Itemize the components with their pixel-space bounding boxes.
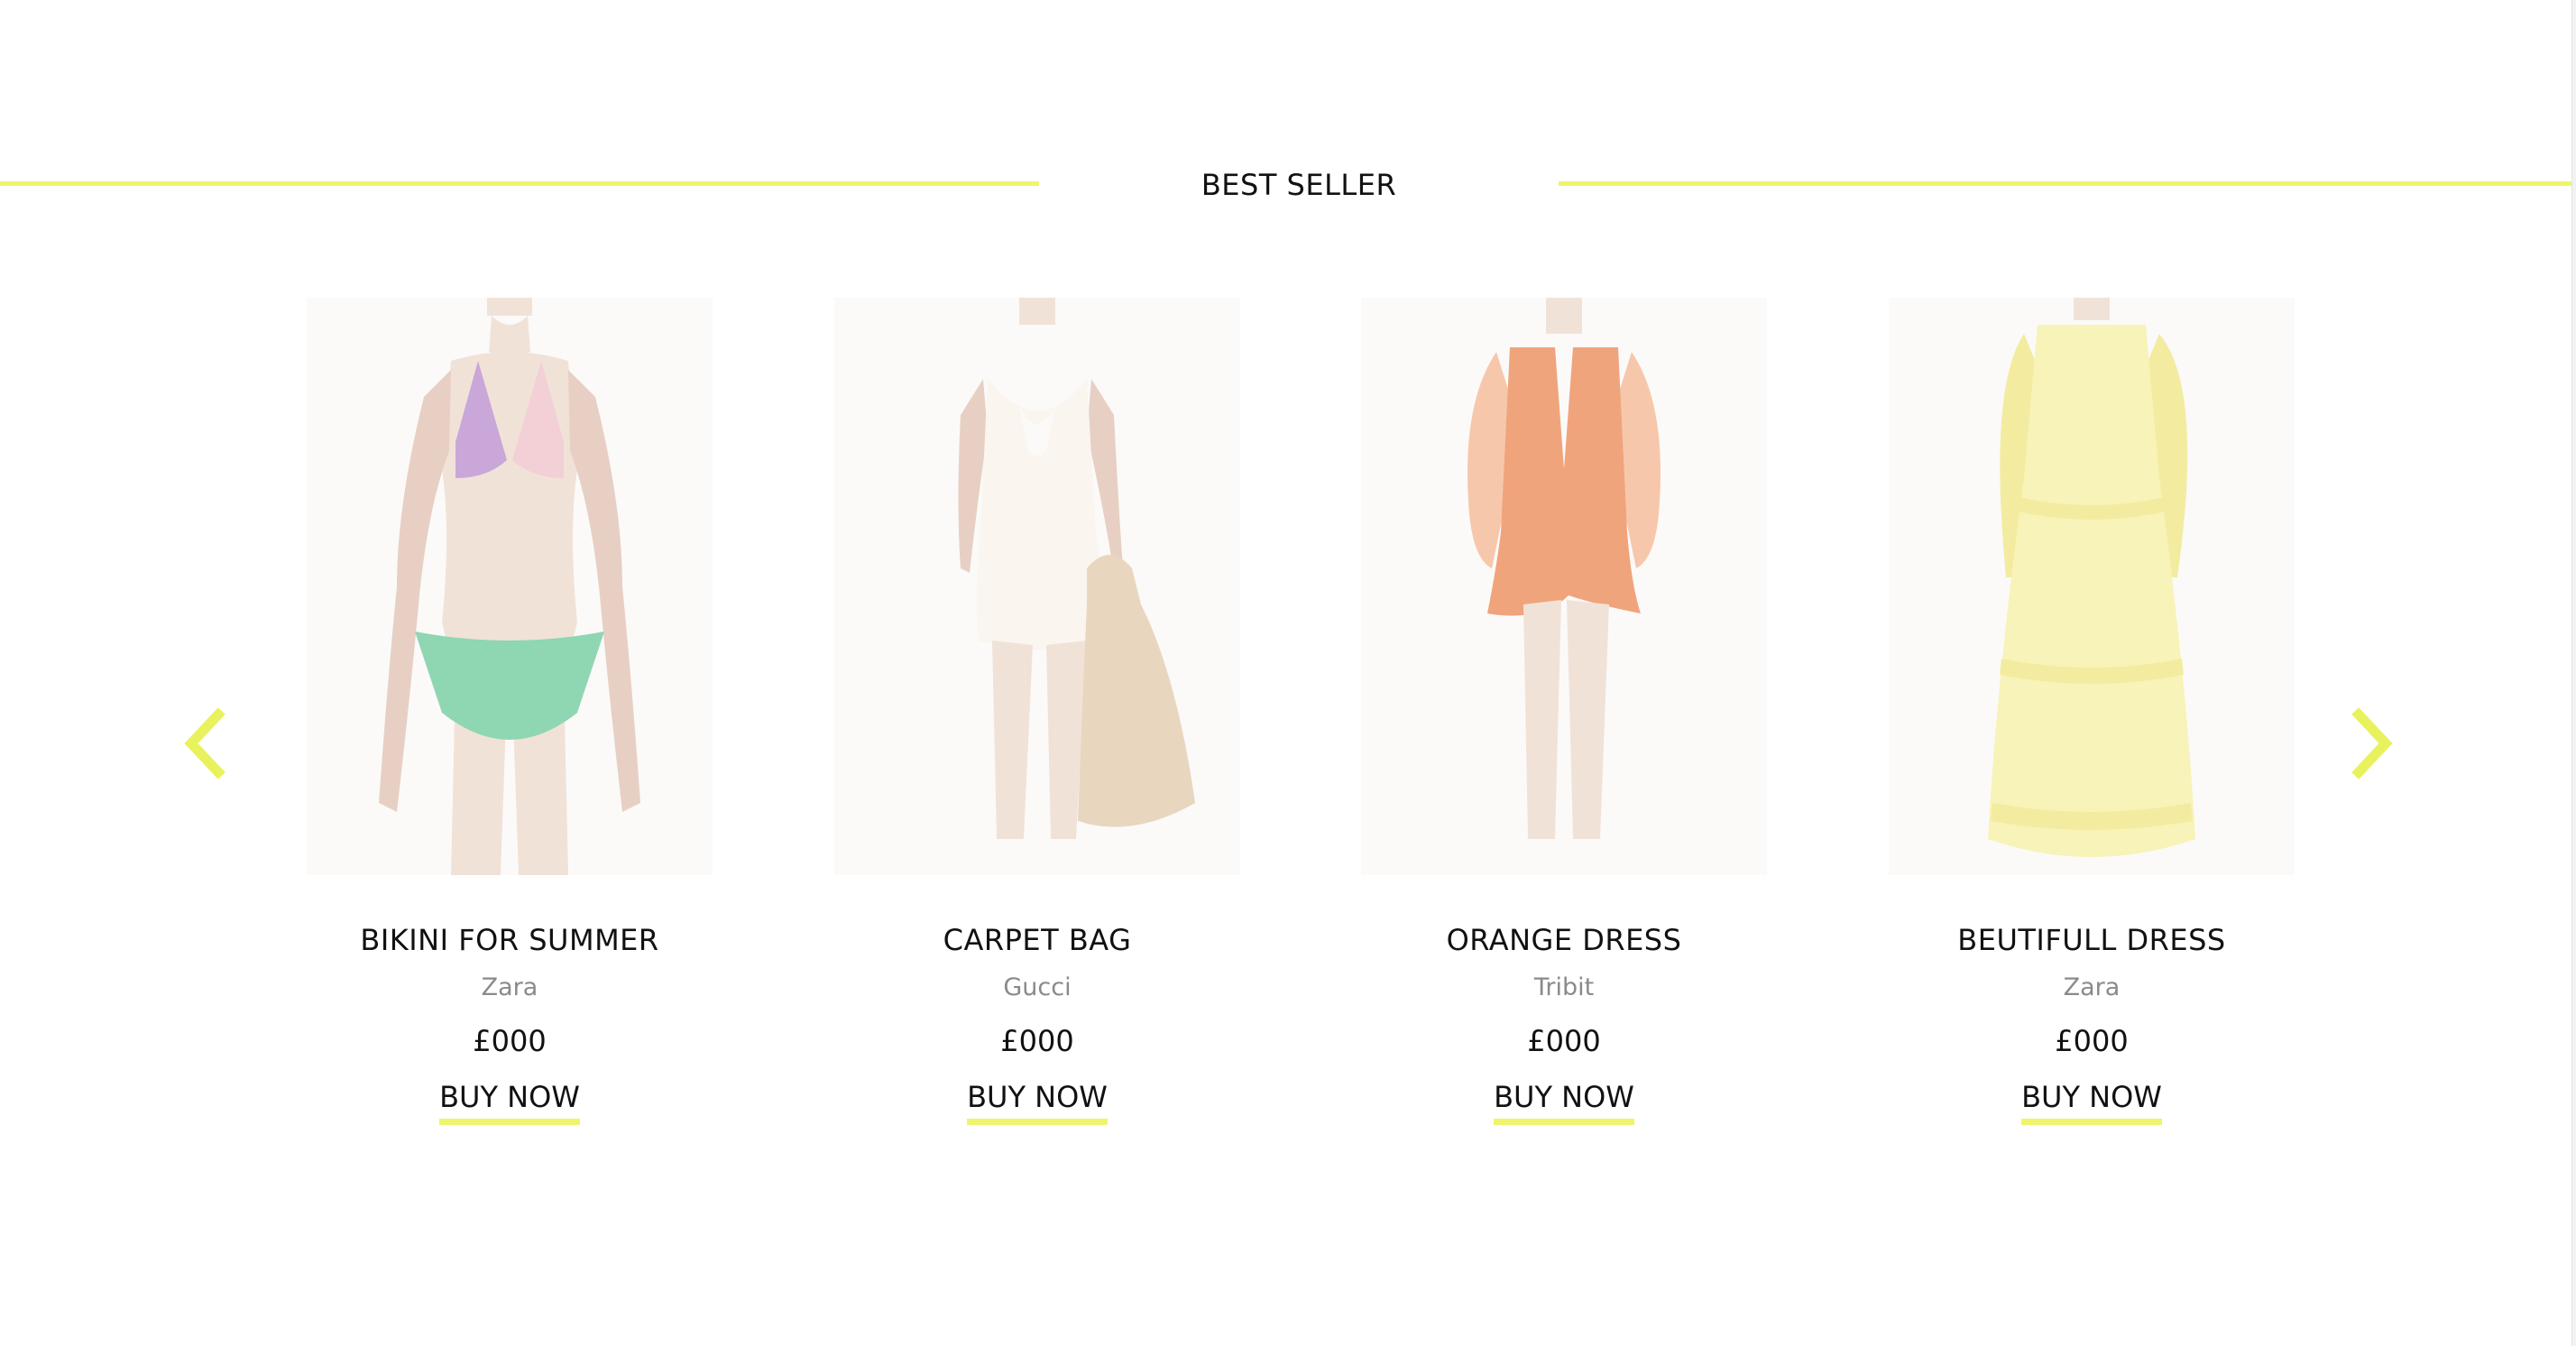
product-image[interactable] (1361, 298, 1767, 875)
product-image[interactable] (307, 298, 713, 875)
section-title: BEST SELLER (1201, 168, 1397, 202)
product-card[interactable]: BIKINI FOR SUMMER Zara £000 BUY NOW (307, 298, 713, 1125)
product-price: £000 (1000, 1024, 1074, 1058)
header-divider-left (0, 181, 1039, 186)
orange-dress-model-image (1361, 298, 1767, 875)
yellow-dress-model-image (1889, 298, 2295, 875)
product-title[interactable]: BEUTIFULL DRESS (1889, 922, 2295, 958)
header-divider-right (1559, 181, 2571, 186)
bikini-model-image (307, 298, 713, 875)
product-price: £000 (2055, 1024, 2129, 1058)
buy-now-button[interactable]: BUY NOW (967, 1079, 1108, 1125)
product-brand: Tribit (1533, 973, 1595, 1001)
carousel-prev-button[interactable] (177, 705, 235, 781)
product-title[interactable]: ORANGE DRESS (1361, 922, 1767, 958)
product-carousel: BIKINI FOR SUMMER Zara £000 BUY NOW CARP… (0, 289, 2571, 1155)
buy-now-button[interactable]: BUY NOW (439, 1079, 580, 1125)
product-image[interactable] (1889, 298, 2295, 875)
chevron-left-icon (184, 707, 225, 779)
best-seller-header: BEST SELLER (0, 162, 2571, 207)
product-price: £000 (473, 1024, 547, 1058)
product-price: £000 (1527, 1024, 1601, 1058)
product-brand: Zara (481, 973, 538, 1001)
chevron-right-icon (2351, 707, 2393, 779)
white-dress-bag-model-image (834, 298, 1240, 875)
page-scrollbar[interactable] (2571, 0, 2576, 1346)
product-brand: Gucci (1003, 973, 1072, 1001)
product-brand: Zara (2063, 973, 2121, 1001)
product-card[interactable]: CARPET BAG Gucci £000 BUY NOW (834, 298, 1240, 1125)
product-image[interactable] (834, 298, 1240, 875)
product-card[interactable]: BEUTIFULL DRESS Zara £000 BUY NOW (1889, 298, 2295, 1125)
product-title[interactable]: BIKINI FOR SUMMER (307, 922, 713, 958)
product-card[interactable]: ORANGE DRESS Tribit £000 BUY NOW (1361, 298, 1767, 1125)
product-title[interactable]: CARPET BAG (834, 922, 1240, 958)
carousel-next-button[interactable] (2342, 705, 2400, 781)
buy-now-button[interactable]: BUY NOW (1494, 1079, 1634, 1125)
buy-now-button[interactable]: BUY NOW (2021, 1079, 2162, 1125)
